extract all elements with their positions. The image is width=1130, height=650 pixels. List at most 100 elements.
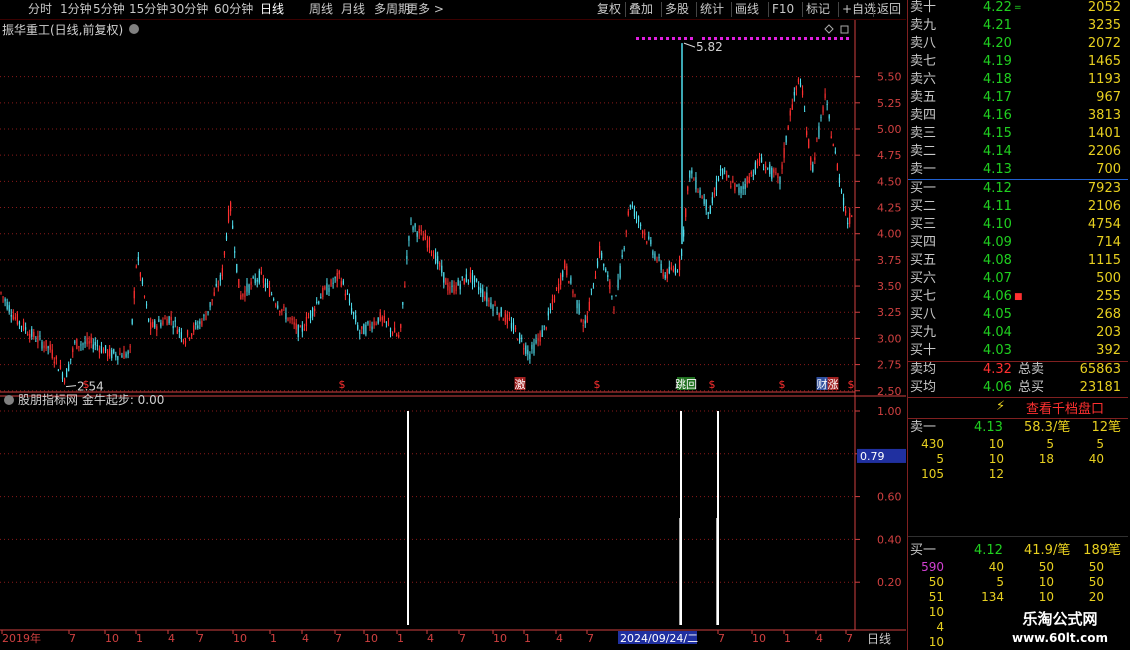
candle-body bbox=[707, 212, 709, 215]
candle-body bbox=[672, 269, 674, 272]
summary-total: 65863 bbox=[1079, 362, 1121, 377]
tab-period[interactable]: 月线 bbox=[341, 1, 365, 18]
event-marker[interactable]: 涨 bbox=[828, 378, 839, 391]
event-marker[interactable]: $ bbox=[339, 378, 346, 391]
candle-body bbox=[506, 314, 508, 324]
chart-area[interactable]: 5.50 5.25 5.00 4.75 4.50 4.25 4.00 3.75 3.50 3.25… bbox=[0, 20, 906, 650]
tab-period[interactable]: 多周期 bbox=[374, 1, 410, 18]
event-marker[interactable]: $ bbox=[709, 378, 716, 391]
candle-body bbox=[268, 286, 271, 297]
candle-body bbox=[804, 110, 806, 112]
level-volume: 268 bbox=[1096, 307, 1121, 322]
candle-body bbox=[500, 307, 502, 317]
detail-cell: 50 bbox=[1088, 560, 1104, 574]
candle-body bbox=[652, 251, 654, 255]
detail-cell: 12 bbox=[988, 467, 1004, 481]
chevron-down-icon[interactable] bbox=[4, 395, 14, 405]
toolbar-action-button[interactable]: 统计 bbox=[700, 1, 724, 18]
period-label[interactable]: 日线 bbox=[867, 632, 891, 646]
candle-body bbox=[100, 346, 103, 353]
candle-body bbox=[252, 276, 254, 278]
detail-label: 卖一 bbox=[910, 420, 937, 435]
candle-body bbox=[609, 281, 611, 289]
toolbar-action-button[interactable]: +自选 bbox=[842, 1, 876, 18]
tab-period[interactable]: 1分钟 bbox=[60, 1, 92, 18]
event-marker[interactable]: $ bbox=[83, 378, 90, 391]
candle-body bbox=[830, 136, 832, 139]
candle-body bbox=[437, 256, 439, 264]
candle-body bbox=[193, 325, 195, 332]
candle-body bbox=[715, 181, 718, 190]
y-tick-label: 3.00 bbox=[877, 332, 902, 345]
tab-period[interactable]: 60分钟 bbox=[214, 1, 253, 18]
tab-period[interactable]: 30分钟 bbox=[169, 1, 208, 18]
tab-period[interactable]: 分时 bbox=[28, 1, 52, 18]
candle-body bbox=[160, 322, 162, 327]
candle-body bbox=[137, 256, 139, 261]
signal-dot bbox=[672, 37, 675, 40]
candle-body bbox=[822, 106, 824, 113]
candle-body bbox=[851, 215, 853, 217]
candle-body bbox=[82, 343, 84, 345]
event-marker[interactable]: 财 bbox=[817, 377, 828, 391]
tab-period[interactable]: 15分钟 bbox=[129, 1, 168, 18]
candle-body bbox=[297, 324, 299, 338]
detail-cell: 20 bbox=[1088, 590, 1104, 604]
toolbar-action-button[interactable]: 叠加 bbox=[629, 1, 653, 18]
tab-period[interactable]: 5分钟 bbox=[93, 1, 125, 18]
event-marker[interactable]: $ bbox=[594, 378, 601, 391]
candle-body bbox=[307, 317, 310, 319]
event-marker[interactable]: $ bbox=[779, 378, 786, 391]
event-marker[interactable]: 激 bbox=[515, 377, 526, 391]
x-tick-label: 7 bbox=[587, 632, 594, 645]
candle-body bbox=[826, 103, 828, 105]
candle-body bbox=[564, 260, 566, 269]
detail-header: 卖一 4.13 58.3/笔 12笔 bbox=[908, 419, 1123, 437]
candle-body bbox=[385, 321, 387, 323]
candle-body bbox=[455, 285, 457, 291]
candle-body bbox=[207, 311, 209, 313]
candle-body bbox=[787, 126, 789, 130]
signal-bar bbox=[407, 411, 409, 625]
event-marker[interactable]: $ bbox=[848, 378, 855, 391]
summary-label: 卖均 bbox=[910, 362, 937, 377]
toolbar-separator bbox=[661, 2, 662, 17]
chevron-down-icon[interactable] bbox=[129, 24, 139, 34]
candle-body bbox=[254, 278, 256, 284]
order-book-row: 卖六 4.18 1193 bbox=[908, 71, 1123, 89]
candle-body bbox=[273, 298, 275, 301]
toolbar-action-button[interactable]: 画线 bbox=[735, 1, 759, 18]
candle-body bbox=[832, 144, 834, 147]
candle-body bbox=[445, 278, 447, 285]
candle-body bbox=[601, 252, 603, 259]
section-divider bbox=[908, 536, 1128, 537]
tab-period[interactable]: 日线 bbox=[260, 1, 284, 18]
candle-body bbox=[248, 284, 250, 294]
candle-body bbox=[549, 309, 551, 311]
window-toggle-icon[interactable] bbox=[840, 25, 849, 34]
detail-cell: 5 bbox=[1096, 437, 1104, 451]
level-label: 买六 bbox=[910, 271, 937, 286]
toolbar-action-button[interactable]: 标记 bbox=[806, 1, 830, 18]
candle-body bbox=[180, 332, 182, 338]
toolbar-action-button[interactable]: 返回 bbox=[877, 1, 901, 18]
candle-body bbox=[221, 268, 223, 277]
candle-body bbox=[203, 315, 205, 317]
diamond-icon[interactable] bbox=[824, 24, 834, 34]
toolbar-action-button[interactable]: 复权 bbox=[597, 1, 621, 18]
candle-body bbox=[328, 288, 330, 292]
event-marker[interactable]: 跳回 bbox=[675, 377, 697, 391]
signal-dot bbox=[714, 37, 717, 40]
view-depth-button[interactable]: 查看千档盘口 bbox=[1026, 398, 1104, 417]
tab-period[interactable]: 周线 bbox=[309, 1, 333, 18]
candle-body bbox=[586, 316, 588, 322]
detail-cell: 10 bbox=[928, 635, 944, 649]
level-price: 4.07 bbox=[983, 271, 1012, 286]
candle-body bbox=[53, 361, 55, 364]
toolbar-action-button[interactable]: F10 bbox=[772, 1, 794, 18]
candle-body bbox=[209, 302, 211, 308]
candle-body bbox=[70, 358, 72, 360]
tab-period[interactable]: 更多 > bbox=[406, 1, 444, 18]
toolbar-action-button[interactable]: 多股 bbox=[665, 1, 689, 18]
detail-cell: 10 bbox=[1118, 590, 1130, 604]
